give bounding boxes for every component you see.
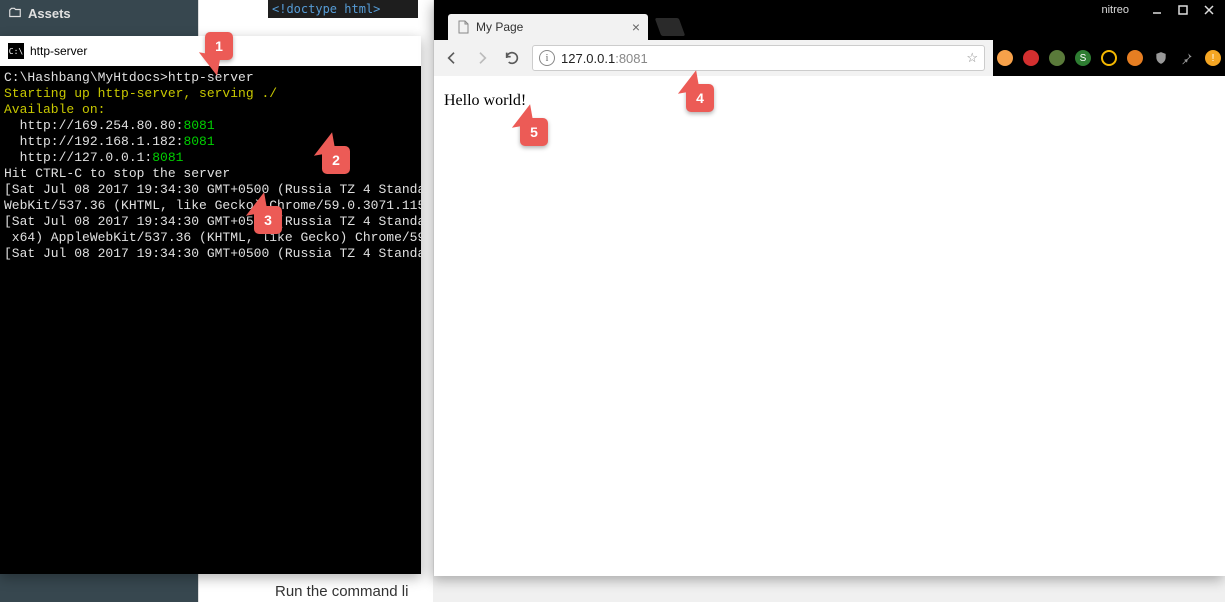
ext-icon-6[interactable] <box>1127 50 1143 66</box>
url-text: 127.0.0.1:8081 <box>561 51 960 66</box>
site-info-icon[interactable]: i <box>539 50 555 66</box>
reload-button[interactable] <box>502 48 522 68</box>
page-favicon-icon <box>456 20 470 34</box>
browser-window: nitreo My Page × <box>434 0 1225 576</box>
ext-icon-2[interactable] <box>1023 50 1039 66</box>
terminal-title: http-server <box>30 44 87 58</box>
window-user: nitreo <box>1101 4 1129 16</box>
caption-text: Run the command li <box>275 583 408 600</box>
notification-badge-icon[interactable]: ! <box>1205 50 1221 66</box>
assets-folder-icon <box>8 6 22 20</box>
doctype-code-snippet: <!doctype html> <box>268 0 418 18</box>
assets-header[interactable]: Assets <box>0 0 198 26</box>
terminal-output[interactable]: C:\Hashbang\MyHtdocs>http-server Startin… <box>0 66 421 266</box>
ext-icon-3[interactable] <box>1049 50 1065 66</box>
new-tab-button[interactable] <box>655 18 686 36</box>
ext-icon-5[interactable] <box>1101 50 1117 66</box>
assets-title: Assets <box>28 6 71 21</box>
tab-title: My Page <box>476 20 626 34</box>
window-controls: nitreo <box>1101 0 1225 20</box>
ext-icon-4[interactable]: S <box>1075 50 1091 66</box>
pin-icon[interactable] <box>1179 50 1195 66</box>
browser-toolbar: i 127.0.0.1:8081 ☆ <box>434 40 993 76</box>
forward-button[interactable] <box>472 48 492 68</box>
minimize-button[interactable] <box>1151 4 1163 16</box>
shield-icon[interactable] <box>1153 50 1169 66</box>
extension-icons: S ! <box>993 40 1225 76</box>
callout-3: 3 <box>254 206 282 234</box>
cmd-icon: C:\ <box>8 43 24 59</box>
close-button[interactable] <box>1203 4 1215 16</box>
page-content: Hello world! <box>434 76 1225 576</box>
callout-1: 1 <box>205 32 233 60</box>
browser-tab[interactable]: My Page × <box>448 14 648 40</box>
callout-4: 4 <box>686 84 714 112</box>
callout-5: 5 <box>520 118 548 146</box>
back-button[interactable] <box>442 48 462 68</box>
maximize-button[interactable] <box>1177 4 1189 16</box>
ext-icon-1[interactable] <box>997 50 1013 66</box>
callout-2: 2 <box>322 146 350 174</box>
bookmark-star-icon[interactable]: ☆ <box>966 50 978 66</box>
terminal-window: C:\ http-server C:\Hashbang\MyHtdocs>htt… <box>0 36 421 574</box>
tab-close-icon[interactable]: × <box>632 19 640 35</box>
address-bar[interactable]: i 127.0.0.1:8081 ☆ <box>532 45 985 71</box>
